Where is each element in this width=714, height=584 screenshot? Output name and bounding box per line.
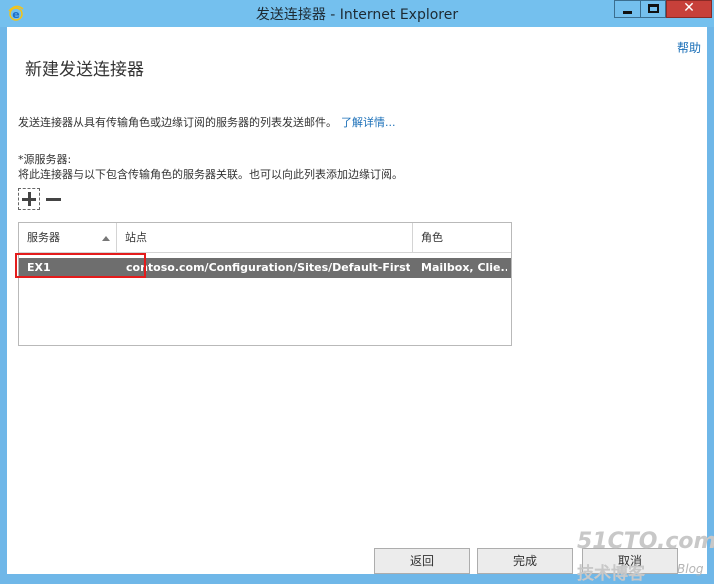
description: 发送连接器从具有传输角色或边缘订阅的服务器的列表发送邮件。 了解详情...: [18, 114, 396, 130]
maximize-icon: [648, 4, 659, 13]
role-cell: Mailbox, Clie...: [421, 261, 507, 274]
add-server-button[interactable]: [18, 188, 40, 210]
grid-header: 服务器 站点 角色: [19, 223, 511, 253]
sort-ascending-icon: [102, 236, 110, 241]
page-title: 新建发送连接器: [25, 60, 144, 80]
watermark-subtitle: 技术博客: [577, 564, 645, 584]
close-button[interactable]: ✕: [666, 0, 712, 18]
column-header-role[interactable]: 角色: [413, 223, 511, 252]
finish-button[interactable]: 完成: [477, 548, 573, 574]
server-grid: 服务器 站点 角色 EX1 contoso.com/Configuration/…: [18, 222, 512, 346]
close-icon: ✕: [683, 0, 695, 16]
source-server-label: *源服务器:: [18, 153, 72, 166]
learn-more-link[interactable]: 了解详情...: [341, 116, 396, 129]
window-title: 发送连接器 - Internet Explorer: [255, 7, 459, 23]
annotation-highlight-box: [15, 253, 146, 278]
column-header-server[interactable]: 服务器: [19, 223, 117, 252]
help-link[interactable]: 帮助: [677, 39, 701, 56]
dialog-content: 帮助 新建发送连接器 发送连接器从具有传输角色或边缘订阅的服务器的列表发送邮件。…: [7, 27, 714, 584]
column-header-site[interactable]: 站点: [117, 223, 413, 252]
site-cell: contoso.com/Configuration/Sites/Default-…: [126, 261, 410, 274]
minimize-icon: [623, 11, 632, 14]
minimize-button[interactable]: [614, 0, 640, 18]
maximize-button[interactable]: [640, 0, 666, 18]
back-button[interactable]: 返回: [374, 548, 470, 574]
remove-server-button[interactable]: [46, 198, 61, 201]
description-text: 发送连接器从具有传输角色或边缘订阅的服务器的列表发送邮件。: [18, 116, 337, 129]
source-server-description: 将此连接器与以下包含传输角色的服务器关联。也可以向此列表添加边缘订阅。: [18, 168, 403, 181]
watermark-logo: 51CTO.com: [577, 529, 714, 554]
title-bar: e 发送连接器 - Internet Explorer ✕: [0, 0, 714, 27]
